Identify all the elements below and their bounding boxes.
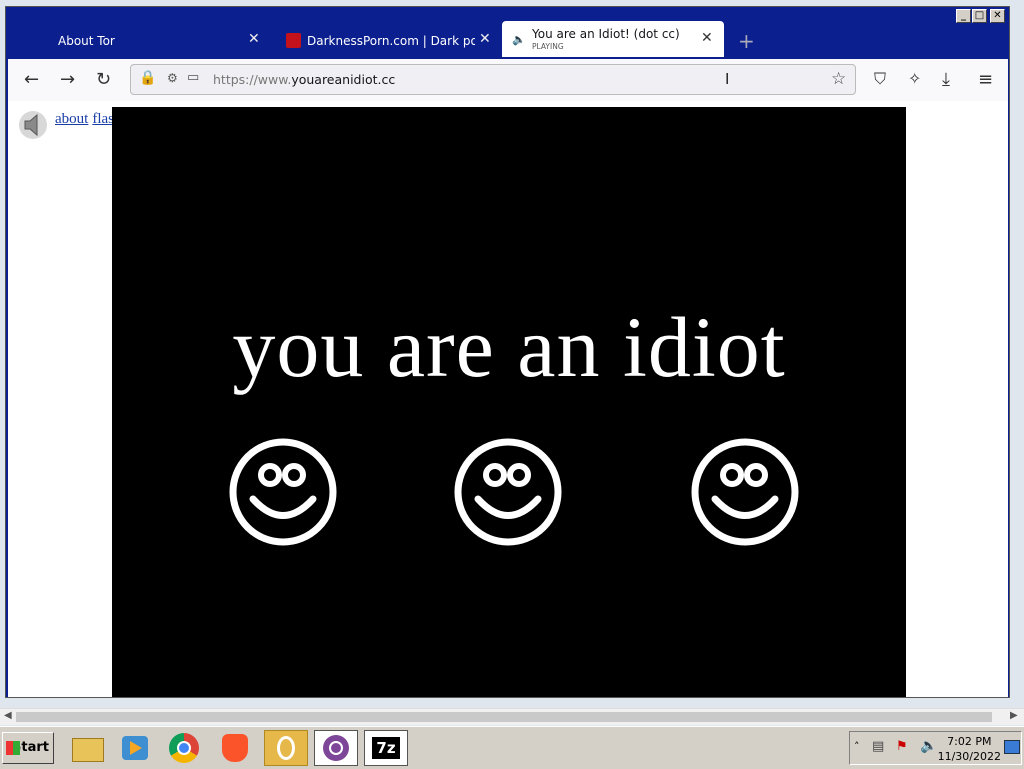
text-cursor-icon: I	[725, 70, 730, 88]
shield-icon[interactable]: ⛉	[874, 69, 886, 89]
system-tray: ˄ ▤ ⚑ 🔈 7:02 PM 11/30/2022	[849, 731, 1022, 765]
reload-icon[interactable]: ↻	[96, 69, 111, 90]
headline: you are an idiot	[232, 299, 786, 395]
permissions-icon[interactable]: ⚙	[167, 71, 178, 85]
flash-stage: you are an idiot	[112, 107, 906, 697]
tab-darknessporn[interactable]: DarknessPorn.com | Dark porn - br ✕	[280, 23, 494, 59]
smiley-face-icon	[691, 438, 799, 546]
7zip-label: 7z	[372, 737, 400, 759]
chrome-icon[interactable]	[164, 730, 208, 766]
tab-bar: About Tor ✕ DarknessPorn.com | Dark porn…	[8, 11, 1008, 59]
tab-playing-status: PLAYING	[532, 42, 564, 51]
scroll-left-icon[interactable]: ◀	[4, 710, 12, 721]
url-text[interactable]: https://www.youareanidiot.cc	[213, 72, 395, 87]
forward-arrow-icon[interactable]: →	[60, 69, 75, 90]
bookmark-star-icon[interactable]: ☆	[831, 69, 846, 89]
tab-you-are-an-idiot[interactable]: 🔈 You are an Idiot! (dot cc) PLAYING ✕	[502, 21, 724, 57]
show-desktop-icon[interactable]	[1004, 740, 1020, 754]
url-bar[interactable]: 🔒 ⚙ ▭ https://www.youareanidiot.cc I ☆	[130, 64, 856, 95]
page-info-icon[interactable]: ▭	[187, 70, 199, 85]
start-button[interactable]: Start	[2, 732, 54, 764]
tor-browser-icon[interactable]	[314, 730, 358, 766]
speaker-playing-icon: 🔈	[512, 33, 526, 46]
tab-label: DarknessPorn.com | Dark porn - br	[307, 34, 475, 48]
explorer-icon[interactable]	[66, 730, 110, 766]
speaker-icon[interactable]	[17, 109, 49, 141]
browser-window: _ □ ✕ About Tor ✕ DarknessPorn.com | Dar…	[5, 6, 1010, 698]
close-icon[interactable]: ✕	[248, 31, 260, 47]
back-arrow-icon[interactable]: ←	[24, 69, 39, 90]
media-player-icon[interactable]	[114, 730, 158, 766]
brave-icon[interactable]	[214, 730, 258, 766]
about-link[interactable]: about	[55, 111, 88, 127]
show-hidden-icons-icon[interactable]: ˄	[854, 740, 860, 753]
nav-toolbar: ← → ↻ 🔒 ⚙ ▭ https://www.youareanidiot.cc…	[8, 59, 1008, 102]
clock-date: 11/30/2022	[937, 750, 1001, 763]
page-content: about flash you are an idiot	[8, 101, 1008, 697]
7zip-icon[interactable]: 7z	[364, 730, 408, 766]
tor-onion-icon[interactable]	[264, 730, 308, 766]
taskbar: Start 7z ˄ ▤ ⚑ 🔈 7:02 PM 11/30/2022	[0, 726, 1024, 769]
smiley-face-icon	[454, 438, 562, 546]
scroll-right-icon[interactable]: ▶	[1010, 710, 1018, 721]
download-icon[interactable]: ⤓	[942, 69, 950, 90]
tab-label: You are an Idiot! (dot cc)	[532, 27, 680, 41]
skull-favicon-icon	[286, 33, 301, 48]
smiley-face-icon	[229, 438, 337, 546]
scrollbar-thumb[interactable]	[16, 712, 992, 722]
tab-about-tor[interactable]: About Tor ✕	[8, 23, 266, 59]
clock[interactable]: 7:02 PM 11/30/2022	[938, 734, 1001, 764]
close-icon[interactable]: ✕	[479, 31, 491, 47]
horizontal-scrollbar[interactable]: ◀ ▶	[0, 708, 1024, 725]
close-icon[interactable]: ✕	[701, 30, 713, 46]
magic-wand-icon[interactable]: ✧	[908, 69, 921, 88]
clock-time: 7:02 PM	[947, 735, 992, 748]
tab-label: About Tor	[58, 34, 115, 48]
new-tab-button[interactable]: +	[738, 29, 755, 53]
action-center-icon[interactable]: ⚑	[896, 739, 908, 754]
volume-icon[interactable]: 🔈	[920, 738, 937, 754]
menu-icon[interactable]: ≡	[978, 69, 993, 90]
windows-logo-icon	[6, 741, 20, 755]
lock-icon: 🔒	[139, 70, 157, 86]
network-icon[interactable]: ▤	[872, 739, 884, 754]
